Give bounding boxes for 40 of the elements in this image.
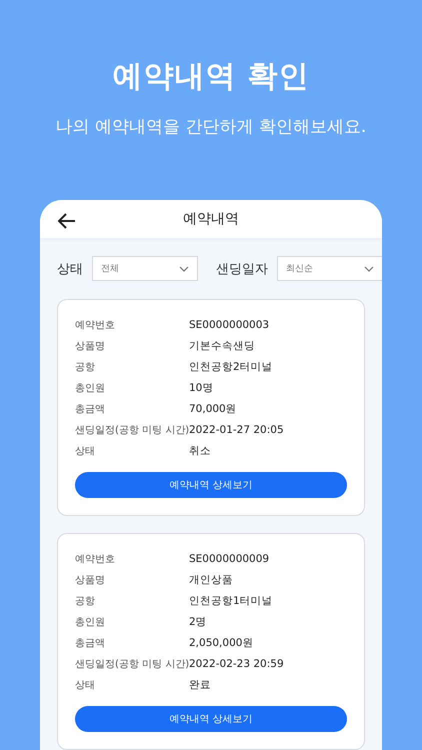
screen-title: 예약내역	[183, 210, 239, 228]
filter-dropdown[interactable]: 최신순	[277, 256, 382, 281]
chevron-down-icon	[179, 266, 189, 272]
back-arrow-icon[interactable]	[58, 213, 76, 229]
filter-label: 상태	[57, 260, 83, 278]
details-button[interactable]: 예약내역 상세보기	[75, 472, 347, 498]
subtitle: 나의 예약내역을 간단하게 확인해보세요.	[56, 116, 366, 138]
field-label: 예약번호	[75, 552, 116, 566]
field-value: 2,050,000원	[189, 636, 254, 650]
field-value: 2022-01-27 20:05	[189, 424, 284, 436]
field-value: 2명	[189, 614, 207, 628]
filter-dropdown[interactable]: 전체	[92, 256, 198, 281]
field-label: 상품명	[75, 340, 106, 352]
details-button[interactable]: 예약내역 상세보기	[75, 706, 347, 732]
field-label: 총인원	[75, 382, 106, 394]
field-label: 공항	[75, 594, 96, 608]
field-label: 상태	[75, 444, 96, 458]
field-value: 개인상품	[189, 572, 233, 586]
field-label: 총금액	[75, 402, 106, 416]
field-label: 상품명	[75, 574, 106, 586]
field-value: 70,000원	[189, 402, 237, 416]
field-value: 인천공항1터미널	[189, 594, 273, 608]
chevron-down-icon	[364, 266, 374, 272]
field-value: SE0000000003	[189, 318, 270, 330]
field-label: 총금액	[75, 636, 106, 650]
field-value: 취소	[189, 444, 211, 458]
field-value: 인천공항2터미널	[189, 360, 273, 374]
filter-label: 샌딩일자	[216, 260, 268, 278]
field-label: 공항	[75, 360, 96, 374]
field-value: 기본수속샌딩	[189, 338, 255, 352]
field-value: 2022-02-23 20:59	[189, 658, 284, 670]
headline: 예약내역 확인	[112, 58, 310, 96]
field-label: 상태	[75, 678, 96, 692]
field-value: 10명	[189, 380, 214, 394]
field-value: 완료	[189, 678, 211, 692]
field-label: 샌딩일정(공항 미팅 시간)	[75, 658, 189, 670]
field-label: 예약번호	[75, 318, 116, 332]
field-value: SE0000000009	[189, 552, 270, 564]
field-label: 샌딩일정(공항 미팅 시간)	[75, 424, 189, 436]
field-label: 총인원	[75, 616, 106, 628]
